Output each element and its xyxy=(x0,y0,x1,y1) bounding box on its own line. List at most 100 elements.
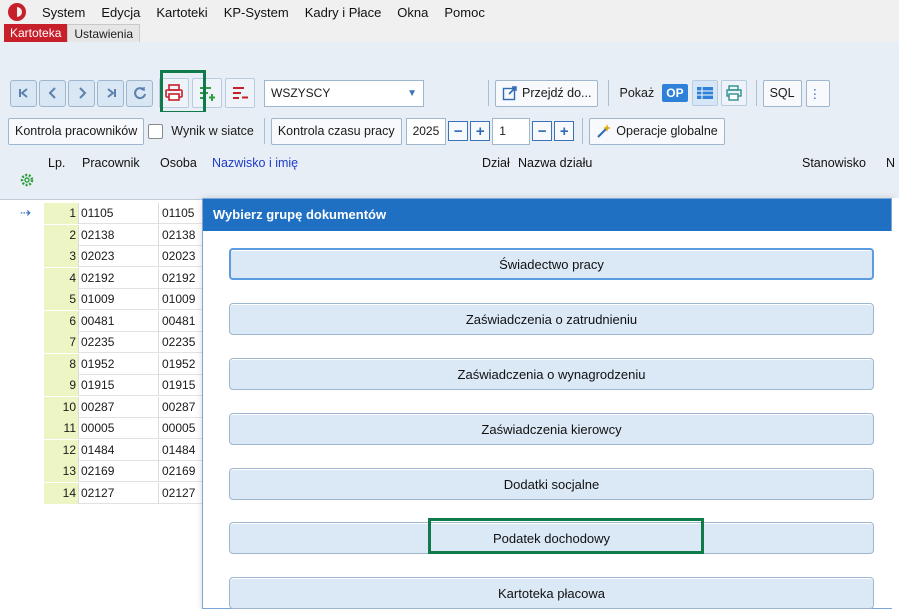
chevron-left-icon xyxy=(48,87,56,99)
cell-employee: 02235 xyxy=(78,332,158,353)
separator xyxy=(582,118,584,144)
doc-group-swiadectwo-pracy-button[interactable]: Świadectwo pracy xyxy=(229,248,874,280)
first-record-button[interactable] xyxy=(10,79,37,107)
month-field[interactable]: 1 xyxy=(492,117,531,145)
chevron-right-icon xyxy=(78,87,86,99)
grid-result-checkbox[interactable] xyxy=(148,123,164,139)
cell-person: 02138 xyxy=(158,224,208,246)
doc-group-zatrudnienie-button[interactable]: Zaświadczenia o zatrudnieniu xyxy=(229,303,874,335)
col-header-position[interactable]: Stanowisko xyxy=(802,156,866,170)
doc-group-kierowcy-button[interactable]: Zaświadczenia kierowcy xyxy=(229,413,874,445)
separator xyxy=(755,80,757,106)
cell-employee: 02127 xyxy=(78,482,158,504)
separator xyxy=(263,118,265,144)
year-decrement-button[interactable]: − xyxy=(448,121,469,141)
sql-button[interactable]: SQL xyxy=(762,79,802,107)
year-increment-button[interactable]: + xyxy=(470,121,491,141)
row-indicator xyxy=(0,289,44,310)
gear-icon[interactable] xyxy=(19,172,35,188)
cell-employee: 02169 xyxy=(78,461,158,482)
cell-person: 01915 xyxy=(158,375,208,396)
cell-employee: 01105 xyxy=(78,203,158,224)
print-button-highlight xyxy=(160,70,206,114)
row-indicator xyxy=(0,267,44,289)
cell-person: 02023 xyxy=(158,246,208,267)
col-header-name[interactable]: Nazwisko i imię xyxy=(212,156,298,170)
cell-lp: 5 xyxy=(44,289,78,310)
next-record-button[interactable] xyxy=(68,79,95,107)
refresh-button[interactable] xyxy=(126,79,153,107)
row-indicator xyxy=(0,418,44,439)
cell-employee: 00005 xyxy=(78,418,158,439)
control-employees-button[interactable]: Kontrola pracowników xyxy=(8,117,145,145)
print-list-button[interactable] xyxy=(720,80,747,106)
cell-lp: 11 xyxy=(44,418,78,439)
cell-employee: 02192 xyxy=(78,267,158,289)
cell-lp: 7 xyxy=(44,332,78,353)
toolbar-navigation: WSZYSCY ▼ Przejdź do... Pokaż OP SQL ⋮ xyxy=(0,74,899,112)
grid-view-button[interactable] xyxy=(691,80,718,106)
toolbar-more-button[interactable]: ⋮ xyxy=(805,79,830,107)
cell-employee: 00481 xyxy=(78,310,158,332)
cell-employee: 02138 xyxy=(78,224,158,246)
prev-record-button[interactable] xyxy=(39,79,66,107)
global-operations-button[interactable]: Operacje globalne xyxy=(589,117,725,145)
cell-person: 02235 xyxy=(158,332,208,353)
employee-filter-select[interactable]: WSZYSCY ▼ xyxy=(264,79,424,107)
row-indicator xyxy=(0,375,44,396)
cell-lp: 9 xyxy=(44,375,78,396)
col-header-person[interactable]: Osoba xyxy=(160,156,197,170)
cell-person: 00287 xyxy=(158,396,208,418)
col-header-extra[interactable]: N xyxy=(886,156,895,170)
table-icon xyxy=(696,87,713,99)
cell-employee: 02023 xyxy=(78,246,158,267)
list-remove-icon xyxy=(233,87,248,99)
menu-pomoc[interactable]: Pomoc xyxy=(436,5,492,20)
doc-group-wynagrodzenie-button[interactable]: Zaświadczenia o wynagrodzeniu xyxy=(229,358,874,390)
tab-ustawienia[interactable]: Ustawienia xyxy=(67,24,141,42)
row-indicator xyxy=(0,482,44,504)
current-row-arrow-icon: ⇢ xyxy=(0,203,44,224)
menu-kp-system[interactable]: KP-System xyxy=(216,5,297,20)
cell-employee: 00287 xyxy=(78,396,158,418)
menu-kadry-i-place[interactable]: Kadry i Płace xyxy=(297,5,390,20)
row-indicator xyxy=(0,224,44,246)
cell-employee: 01009 xyxy=(78,289,158,310)
month-decrement-button[interactable]: − xyxy=(532,121,553,141)
cell-lp: 8 xyxy=(44,353,78,375)
app-logo-icon xyxy=(8,3,26,21)
cell-employee: 01484 xyxy=(78,439,158,461)
menu-edycja[interactable]: Edycja xyxy=(93,5,148,20)
col-header-dept-name[interactable]: Nazwa działu xyxy=(518,156,592,170)
goto-button[interactable]: Przejdź do... xyxy=(495,79,599,107)
year-field[interactable]: 2025 xyxy=(405,117,447,145)
doc-group-kartoteka-placowa-button[interactable]: Kartoteka płacowa xyxy=(229,577,874,609)
col-header-employee[interactable]: Pracownik xyxy=(82,156,140,170)
cell-person: 00481 xyxy=(158,310,208,332)
show-label: Pokaż xyxy=(619,86,655,100)
cell-person: 01105 xyxy=(158,203,208,224)
time-control-button[interactable]: Kontrola czasu pracy xyxy=(270,117,402,145)
menu-system[interactable]: System xyxy=(34,5,93,20)
op-toggle-button[interactable]: OP xyxy=(662,84,688,102)
podatek-highlight xyxy=(428,518,704,554)
row-indicator xyxy=(0,332,44,353)
cell-employee: 01915 xyxy=(78,375,158,396)
col-header-lp[interactable]: Lp. xyxy=(48,156,65,170)
first-record-icon xyxy=(18,88,28,98)
month-increment-button[interactable]: + xyxy=(554,121,575,141)
cell-lp: 12 xyxy=(44,439,78,461)
col-header-dept[interactable]: Dział xyxy=(482,156,510,170)
row-indicator xyxy=(0,439,44,461)
grid-result-label: Wynik w siatce xyxy=(171,124,254,138)
doc-group-dodatki-socjalne-button[interactable]: Dodatki socjalne xyxy=(229,468,874,500)
row-indicator xyxy=(0,396,44,418)
cell-lp: 2 xyxy=(44,224,78,246)
grid-right-edge xyxy=(892,198,899,609)
tab-kartoteka[interactable]: Kartoteka xyxy=(4,24,68,42)
remove-list-button[interactable] xyxy=(225,78,255,108)
last-record-button[interactable] xyxy=(97,79,124,107)
menu-okna[interactable]: Okna xyxy=(389,5,436,20)
menu-kartoteki[interactable]: Kartoteki xyxy=(148,5,215,20)
menu-bar: System Edycja Kartoteki KP-System Kadry … xyxy=(0,0,899,24)
